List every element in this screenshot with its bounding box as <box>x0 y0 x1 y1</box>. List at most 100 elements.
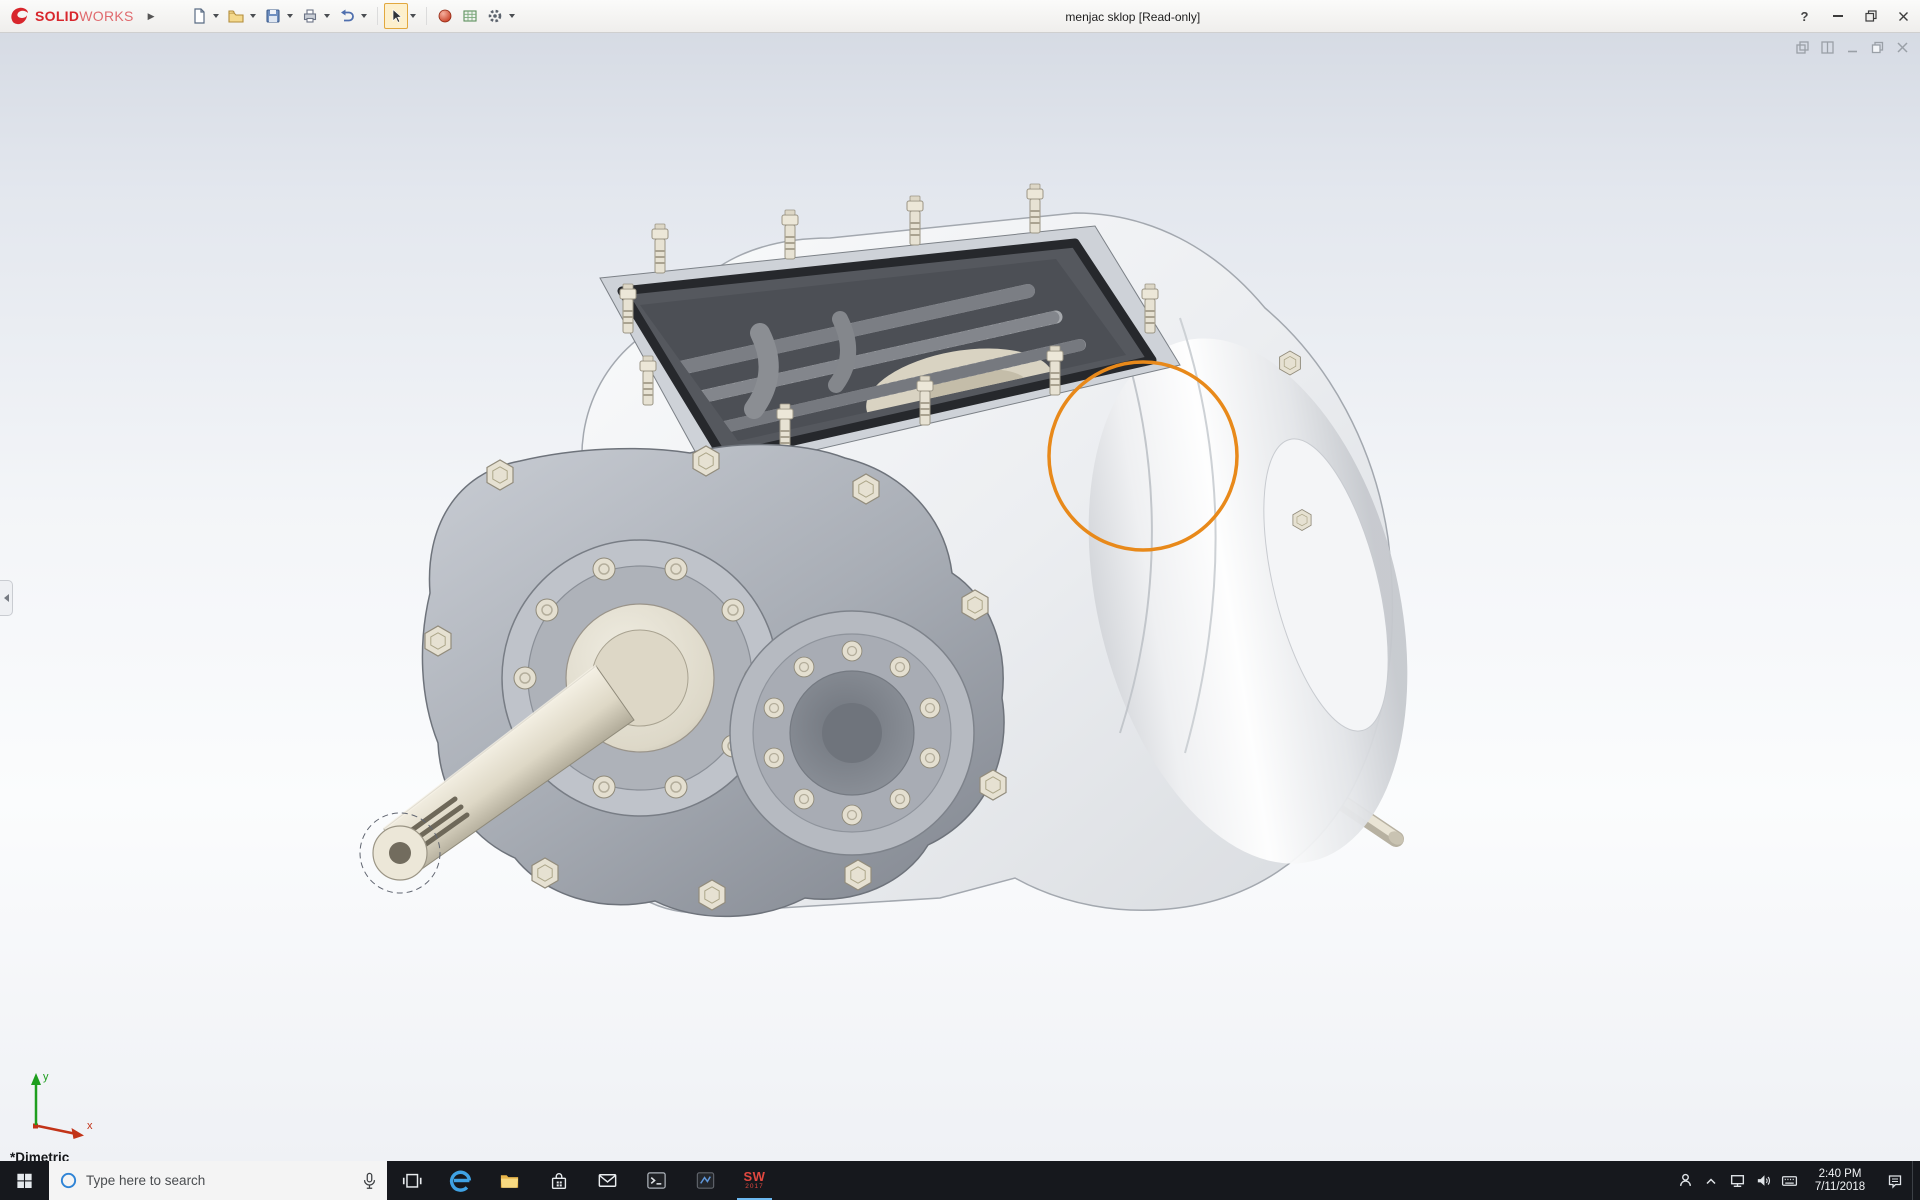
people-button[interactable] <box>1672 1161 1698 1200</box>
x-axis-label: x <box>87 1120 93 1132</box>
system-tray: 2:40 PM 7/11/2018 <box>1672 1161 1920 1200</box>
document-window-controls <box>1794 39 1910 55</box>
start-button[interactable] <box>0 1161 49 1200</box>
solidworks-logo: SOLIDWORKS <box>0 5 142 27</box>
minimize-icon <box>1832 15 1843 17</box>
brand-works: WORKS <box>79 8 134 24</box>
options-dropdown-caret[interactable] <box>508 14 515 18</box>
command-prompt-button[interactable] <box>632 1161 681 1200</box>
edge-icon <box>449 1170 472 1192</box>
dark-app-button[interactable] <box>681 1161 730 1200</box>
terminal-icon <box>647 1172 666 1189</box>
undo-button[interactable] <box>335 3 359 29</box>
save-floppy-icon <box>266 9 280 23</box>
doc-close-button[interactable] <box>1894 39 1910 55</box>
store-bag-icon <box>551 1172 566 1189</box>
menu-flyout-arrow[interactable]: ▶ <box>148 11 155 22</box>
model-canvas[interactable] <box>0 33 1920 1161</box>
window-controls: ? <box>1788 0 1920 32</box>
save-button[interactable] <box>261 3 285 29</box>
gear-icon <box>488 9 501 23</box>
appearance-sphere-icon <box>438 9 451 23</box>
help-button[interactable]: ? <box>1788 0 1821 32</box>
help-icon: ? <box>1800 8 1809 24</box>
solidworks-app-icon: SW 2017 <box>744 1170 766 1191</box>
windows-logo-icon <box>17 1173 32 1189</box>
open-dropdown-caret[interactable] <box>249 14 256 18</box>
brand-solid: SOLID <box>35 8 80 24</box>
minimize-button[interactable] <box>1821 0 1854 32</box>
ds-logo-icon <box>11 7 28 25</box>
clock-date: 7/11/2018 <box>1814 1180 1866 1193</box>
people-icon <box>1679 1173 1691 1186</box>
keyboard-icon <box>1781 1176 1797 1186</box>
feature-panel-collapse-tab[interactable] <box>0 580 13 616</box>
orientation-triad[interactable]: y x <box>20 1057 104 1141</box>
undo-arrow-icon <box>340 9 354 22</box>
new-document-button[interactable] <box>187 3 211 29</box>
cortana-icon <box>60 1172 77 1189</box>
titlebar: SOLIDWORKS ▶ menjac sklop [Read-only] ? <box>0 0 1920 33</box>
sw-badge-top: SW <box>743 1169 766 1185</box>
quick-access-toolbar <box>187 3 519 29</box>
options-button[interactable] <box>483 3 507 29</box>
x-axis-arrow <box>37 1124 75 1135</box>
show-desktop-button[interactable] <box>1912 1161 1920 1200</box>
edge-button[interactable] <box>436 1161 485 1200</box>
taskbar-search-box[interactable] <box>49 1161 387 1200</box>
y-axis-label: y <box>43 1071 49 1083</box>
new-dropdown-caret[interactable] <box>212 14 219 18</box>
volume-button[interactable] <box>1750 1161 1776 1200</box>
task-view-button[interactable] <box>387 1161 436 1200</box>
microphone-icon[interactable] <box>362 1172 377 1190</box>
select-dropdown-caret[interactable] <box>409 14 416 18</box>
graphics-viewport[interactable]: y x *Dimetric <box>0 33 1920 1161</box>
doc-minimize-button[interactable] <box>1844 39 1860 55</box>
chevron-left-icon <box>3 594 9 602</box>
brand-name: SOLIDWORKS <box>35 8 134 24</box>
select-tool-button[interactable] <box>383 3 408 29</box>
close-icon <box>1899 11 1908 21</box>
taskbar-clock[interactable]: 2:40 PM 7/11/2018 <box>1802 1168 1878 1194</box>
window-title: menjac sklop [Read-only] <box>1065 9 1201 24</box>
design-table-button[interactable] <box>458 3 482 29</box>
task-view-icon <box>402 1173 422 1188</box>
store-button[interactable] <box>534 1161 583 1200</box>
action-center-button[interactable] <box>1878 1161 1912 1200</box>
open-button[interactable] <box>224 3 248 29</box>
table-icon <box>463 10 477 22</box>
shaft-center-hole <box>389 842 411 864</box>
mail-button[interactable] <box>583 1161 632 1200</box>
doc-restore-button[interactable] <box>1869 39 1885 55</box>
search-input[interactable] <box>86 1173 354 1188</box>
mail-envelope-icon <box>598 1174 617 1187</box>
folder-icon <box>500 1175 519 1188</box>
y-axis-arrowhead <box>31 1073 41 1085</box>
maximize-button[interactable] <box>1854 0 1887 32</box>
print-button[interactable] <box>298 3 322 29</box>
select-cursor-icon <box>392 8 402 23</box>
toolbar-separator <box>425 7 427 25</box>
front-cover-plate[interactable] <box>359 443 1007 918</box>
open-folder-icon <box>228 10 244 23</box>
print-dropdown-caret[interactable] <box>323 14 330 18</box>
close-button[interactable] <box>1887 0 1920 32</box>
file-explorer-button[interactable] <box>485 1161 534 1200</box>
cover-dome-center <box>822 703 882 763</box>
new-document-icon <box>193 8 205 24</box>
network-icon <box>1730 1175 1744 1188</box>
touch-keyboard-button[interactable] <box>1776 1161 1802 1200</box>
tile-windows-button[interactable] <box>1819 39 1835 55</box>
edit-appearance-button[interactable] <box>433 3 457 29</box>
action-center-icon <box>1888 1174 1902 1189</box>
view-orientation-label: *Dimetric <box>10 1150 70 1161</box>
side-cover[interactable] <box>729 610 975 856</box>
solidworks-taskbar-button[interactable]: SW 2017 <box>730 1161 779 1200</box>
save-dropdown-caret[interactable] <box>286 14 293 18</box>
undo-dropdown-caret[interactable] <box>360 14 367 18</box>
cascade-windows-button[interactable] <box>1794 39 1810 55</box>
hidden-icons-button[interactable] <box>1698 1161 1724 1200</box>
x-axis-arrowhead <box>71 1128 84 1139</box>
print-icon <box>303 9 316 23</box>
network-button[interactable] <box>1724 1161 1750 1200</box>
